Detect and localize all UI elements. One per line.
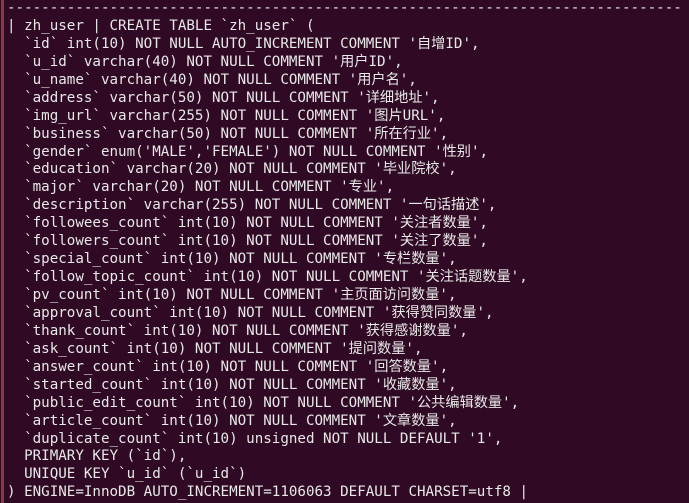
terminal-line: `public_edit_count` int(10) NOT NULL COM…	[7, 394, 520, 411]
terminal-line: `u_name` varchar(40) NOT NULL COMMENT '用…	[7, 71, 417, 88]
terminal-line: `pv_count` int(10) NOT NULL COMMENT '主页面…	[7, 287, 457, 303]
terminal-scrollbar-thumb[interactable]	[1, 0, 4, 503]
terminal-line: `answer_count` int(10) NOT NULL COMMENT …	[7, 358, 449, 375]
terminal-line: `gender` enum('MALE','FEMALE') NOT NULL …	[7, 143, 489, 160]
terminal-line: `ask_count` int(10) NOT NULL COMMENT '提问…	[7, 340, 423, 357]
terminal-line: `follow_topic_count` int(10) NOT NULL CO…	[7, 269, 528, 286]
terminal-line: `followers_count` int(10) NOT NULL COMME…	[7, 233, 488, 250]
terminal-line: `address` varchar(50) NOT NULL COMMENT '…	[7, 89, 440, 106]
terminal-line: `id` int(10) NOT NULL AUTO_INCREMENT COM…	[7, 35, 480, 52]
terminal-line: `special_count` int(10) NOT NULL COMMENT…	[7, 251, 457, 268]
terminal-line: UNIQUE KEY `u_id` (`u_id`)	[7, 466, 247, 483]
terminal-line: ) ENGINE=InnoDB AUTO_INCREMENT=1106063 D…	[7, 484, 529, 501]
terminal-window[interactable]: ----------------------------------------…	[0, 0, 689, 503]
terminal-line: `duplicate_count` int(10) unsigned NOT N…	[7, 430, 503, 447]
terminal-line: PRIMARY KEY (`id`),	[7, 448, 187, 465]
terminal-line: `approval_count` int(10) NOT NULL COMMEN…	[7, 304, 494, 321]
terminal-line: `followees_count` int(10) NOT NULL COMME…	[7, 215, 488, 232]
terminal-scrollbar[interactable]	[0, 0, 5, 503]
terminal-line: `article_count` int(10) NOT NULL COMMENT…	[7, 412, 457, 429]
terminal-line: ----------------------------------------…	[7, 0, 682, 16]
terminal-line: `thank_count` int(10) NOT NULL COMMENT '…	[7, 322, 468, 339]
terminal-line: | zh_user | CREATE TABLE `zh_user` (	[7, 17, 315, 34]
terminal-line: `description` varchar(255) NOT NULL COMM…	[7, 197, 497, 214]
terminal-line: `started_count` int(10) NOT NULL COMMENT…	[7, 376, 457, 393]
terminal-line: `major` varchar(20) NOT NULL COMMENT '专业…	[7, 179, 395, 196]
terminal-line: `img_url` varchar(255) NOT NULL COMMENT …	[7, 107, 446, 124]
terminal-output: ----------------------------------------…	[7, 0, 689, 502]
terminal-line: `education` varchar(20) NOT NULL COMMENT…	[7, 161, 457, 178]
terminal-line: `business` varchar(50) NOT NULL COMMENT …	[7, 125, 449, 142]
terminal-line: `u_id` varchar(40) NOT NULL COMMENT '用户I…	[7, 53, 403, 70]
